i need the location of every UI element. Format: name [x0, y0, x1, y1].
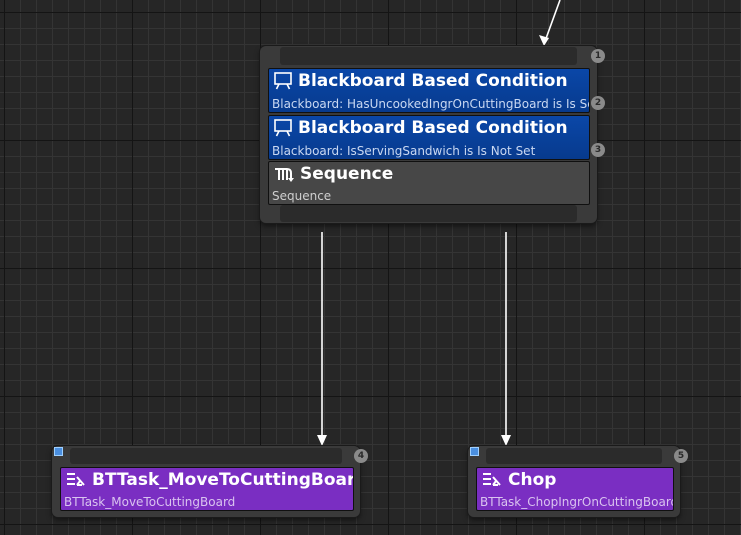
composite-title-text: Sequence [300, 164, 394, 184]
execution-index-badge: 5 [674, 449, 688, 463]
decorator-title-text: Blackboard Based Condition [298, 71, 568, 91]
wire-parent-to-root [543, 0, 561, 45]
task-title: Chop [481, 470, 556, 490]
execution-index-badge: 4 [354, 449, 368, 463]
execution-index-badge: 2 [591, 96, 605, 110]
wire-arrowhead [501, 435, 511, 446]
sequence-icon [275, 168, 294, 182]
task-icon [483, 473, 501, 486]
blackboard-condition-icon [274, 119, 292, 137]
task-block[interactable]: BTTask_MoveToCuttingBoard BTTask_MoveToC… [60, 467, 354, 511]
breakpoint-flag-icon [54, 447, 63, 456]
decorator-blackboard-condition[interactable]: Blackboard Based Condition Blackboard: H… [268, 68, 590, 113]
root-sequence-node[interactable]: 1 Blackboard Based Condition Blackboard:… [260, 46, 605, 223]
wire-arrowhead [539, 35, 549, 46]
decorator-title: Blackboard Based Condition [273, 118, 568, 138]
task-subtitle: BTTask_MoveToCuttingBoard [64, 495, 236, 509]
task-title-text: BTTask_MoveToCuttingBoard [92, 470, 354, 490]
decorator-blackboard-condition[interactable]: Blackboard Based Condition Blackboard: I… [268, 115, 590, 160]
decorator-subtitle: Blackboard: HasUncookedIngrOnCuttingBoar… [272, 97, 590, 111]
decorator-title-text: Blackboard Based Condition [298, 118, 568, 138]
output-pin[interactable] [280, 205, 577, 222]
input-pin[interactable] [70, 448, 342, 464]
task-node-move-to-cutting-board[interactable]: 4 BTTask_MoveToCuttingBoard BTTask_MoveT… [52, 446, 368, 517]
decorator-title: Blackboard Based Condition [273, 71, 568, 91]
composite-subtitle: Sequence [272, 189, 332, 203]
task-subtitle: BTTask_ChopIngrOnCuttingBoard [480, 495, 674, 509]
decorator-subtitle: Blackboard: IsServingSandwich is Is Not … [272, 144, 536, 158]
input-pin[interactable] [486, 448, 662, 464]
task-block[interactable]: Chop BTTask_ChopIngrOnCuttingBoard [476, 467, 674, 511]
blackboard-condition-icon [274, 72, 292, 90]
execution-index-badge: 1 [591, 49, 605, 63]
task-icon [67, 473, 85, 486]
task-node-chop[interactable]: 5 Chop BTTask_ChopIngrOnCuttingBoard [468, 446, 688, 517]
input-pin[interactable] [280, 47, 577, 65]
task-title: BTTask_MoveToCuttingBoard [65, 470, 354, 490]
sequence-composite[interactable]: Sequence Sequence [268, 161, 590, 205]
task-title-text: Chop [508, 470, 557, 490]
breakpoint-flag-icon [470, 447, 479, 456]
wire-arrowhead [317, 435, 327, 446]
execution-index-badge: 3 [591, 143, 605, 157]
composite-title: Sequence [273, 164, 393, 184]
